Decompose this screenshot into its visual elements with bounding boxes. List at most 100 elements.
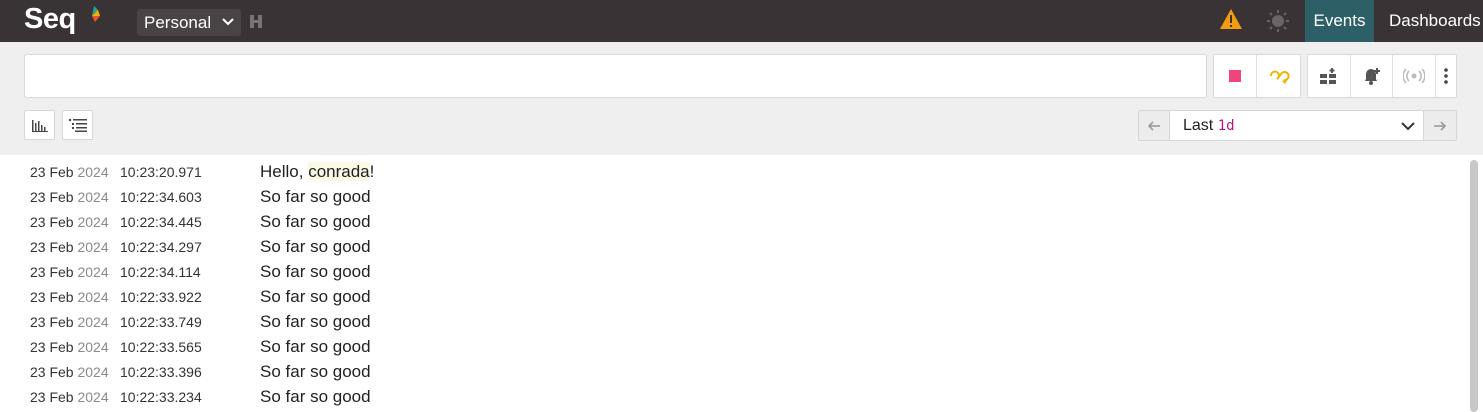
add-to-dashboard-icon (1319, 68, 1336, 84)
event-day: 23 Feb (30, 164, 74, 180)
stop-icon (1229, 70, 1241, 82)
event-date: 23 Feb 2024 (30, 314, 109, 330)
event-message: So far so good (260, 287, 371, 307)
range-prefix: Last (1183, 117, 1214, 134)
auto-refresh-button[interactable] (1257, 55, 1300, 97)
event-row[interactable]: 23 Feb 2024 10:22:34.603 So far so good (0, 185, 1468, 210)
event-year: 2024 (77, 214, 109, 230)
event-day: 23 Feb (30, 264, 74, 280)
scrollbar[interactable] (1470, 160, 1478, 412)
add-alert-button[interactable] (1351, 55, 1394, 97)
event-list: 23 Feb 2024 10:23:20.971 Hello, conrada! 23… (0, 160, 1468, 410)
event-time: 10:22:33.922 (120, 289, 202, 305)
event-time: 10:22:34.445 (120, 214, 202, 230)
event-message: So far so good (260, 387, 371, 407)
event-time: 10:22:33.565 (120, 339, 202, 355)
event-date: 23 Feb 2024 (30, 239, 109, 255)
broadcast-icon (1403, 68, 1426, 84)
event-day: 23 Feb (30, 339, 74, 355)
event-day: 23 Feb (30, 189, 74, 205)
add-to-dashboard-button[interactable] (1308, 55, 1351, 97)
search-input[interactable] (24, 54, 1207, 98)
event-date: 23 Feb 2024 (30, 164, 109, 180)
event-day: 23 Feb (30, 364, 74, 380)
message-text: So far so good (260, 287, 371, 306)
signal-controls (1307, 54, 1457, 98)
event-message: So far so good (260, 237, 371, 257)
event-time: 10:22:33.234 (120, 389, 202, 405)
event-row[interactable]: 23 Feb 2024 10:22:34.297 So far so good (0, 235, 1468, 260)
event-date: 23 Feb 2024 (30, 364, 109, 380)
event-row[interactable]: 23 Feb 2024 10:22:33.234 So far so good (0, 385, 1468, 410)
event-date: 23 Feb 2024 (30, 339, 109, 355)
event-day: 23 Feb (30, 314, 74, 330)
message-text: So far so good (260, 212, 371, 231)
event-year: 2024 (77, 314, 109, 330)
event-message: Hello, conrada! (260, 162, 374, 182)
message-text: So far so good (260, 387, 371, 406)
event-year: 2024 (77, 164, 109, 180)
chevron-down-icon[interactable] (1401, 121, 1415, 131)
logo-mark-icon (92, 6, 100, 22)
event-date: 23 Feb 2024 (30, 289, 109, 305)
event-date: 23 Feb 2024 (30, 389, 109, 405)
event-row[interactable]: 23 Feb 2024 10:22:33.922 So far so good (0, 285, 1468, 310)
range-prev-button[interactable] (1139, 111, 1170, 140)
chevron-down-icon (222, 18, 234, 26)
list-view-toggle-button[interactable] (62, 110, 93, 140)
stop-button[interactable] (1214, 55, 1257, 97)
bar-chart-icon (31, 120, 48, 132)
event-year: 2024 (77, 264, 109, 280)
event-day: 23 Feb (30, 239, 74, 255)
message-text: So far so good (260, 237, 371, 256)
event-year: 2024 (77, 339, 109, 355)
event-day: 23 Feb (30, 389, 74, 405)
event-row[interactable]: 23 Feb 2024 10:22:34.114 So far so good (0, 260, 1468, 285)
event-row[interactable]: 23 Feb 2024 10:22:33.749 So far so good (0, 310, 1468, 335)
message-text-tail: ! (369, 162, 375, 181)
time-range-label: Last 1d (1183, 111, 1235, 141)
event-message: So far so good (260, 262, 371, 282)
theme-toggle-icon[interactable] (1266, 9, 1290, 33)
more-vertical-icon (1444, 68, 1448, 84)
range-next-button[interactable] (1423, 111, 1456, 140)
histogram-toggle-button[interactable] (24, 110, 55, 140)
event-date: 23 Feb 2024 (30, 264, 109, 280)
time-range-picker[interactable]: Last 1d (1138, 110, 1457, 141)
message-text: So far so good (260, 337, 371, 356)
event-message: So far so good (260, 187, 371, 207)
event-row[interactable]: 23 Feb 2024 10:22:34.445 So far so good (0, 210, 1468, 235)
workspace-selector[interactable]: Personal (137, 9, 241, 36)
event-time: 10:23:20.971 (120, 164, 202, 180)
message-text: Hello, (260, 162, 309, 181)
event-year: 2024 (77, 189, 109, 205)
arrow-left-icon (1148, 120, 1160, 131)
event-year: 2024 (77, 364, 109, 380)
event-day: 23 Feb (30, 289, 74, 305)
warning-icon[interactable] (1219, 8, 1243, 30)
message-property[interactable]: conrada (308, 162, 370, 181)
auto-refresh-icon (1269, 70, 1290, 84)
event-time: 10:22:33.396 (120, 364, 202, 380)
app-logo[interactable]: Seq (24, 3, 76, 36)
event-row[interactable]: 23 Feb 2024 10:22:33.565 So far so good (0, 335, 1468, 360)
event-message: So far so good (260, 362, 371, 382)
event-row[interactable]: 23 Feb 2024 10:23:20.971 Hello, conrada! (0, 160, 1468, 185)
workspace-settings-icon[interactable] (249, 14, 263, 29)
query-controls (1213, 54, 1301, 98)
event-message: So far so good (260, 212, 371, 232)
event-row[interactable]: 23 Feb 2024 10:22:33.396 So far so good (0, 360, 1468, 385)
message-text: So far so good (260, 262, 371, 281)
event-day: 23 Feb (30, 214, 74, 230)
event-time: 10:22:34.603 (120, 189, 202, 205)
event-time: 10:22:34.114 (120, 264, 201, 280)
nav-events[interactable]: Events (1305, 0, 1374, 42)
nav-dashboards[interactable]: Dashboards (1374, 0, 1483, 42)
event-time: 10:22:34.297 (120, 239, 202, 255)
more-options-button[interactable] (1436, 55, 1456, 97)
live-tail-button[interactable] (1393, 55, 1437, 97)
add-alert-icon (1364, 68, 1380, 85)
message-text: So far so good (260, 362, 371, 381)
event-year: 2024 (77, 389, 109, 405)
message-text: So far so good (260, 187, 371, 206)
